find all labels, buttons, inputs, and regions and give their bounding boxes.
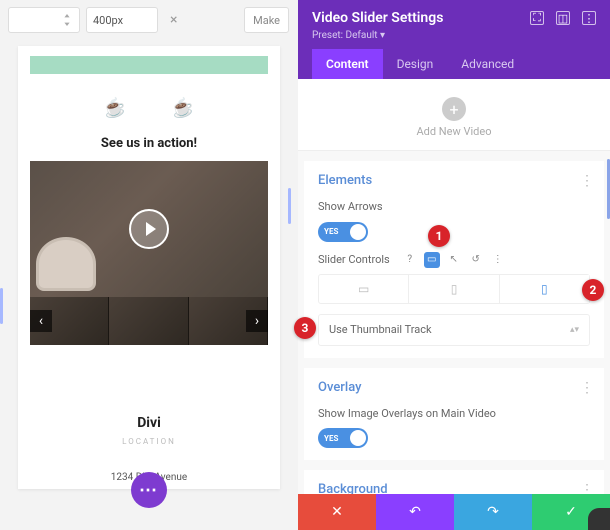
drag-handle-left[interactable]: [0, 288, 3, 324]
help-icon[interactable]: ?: [402, 252, 418, 268]
tab-design[interactable]: Design: [383, 49, 448, 79]
slider-controls-text: Slider Controls: [318, 253, 390, 266]
cup-graphic: [36, 237, 96, 291]
preset-selector[interactable]: Preset: Default ▾: [312, 30, 596, 41]
slider-controls-label: Slider Controls ? ▭ ↖ ↺ ⋮: [318, 252, 590, 268]
callout-2: 2: [582, 279, 604, 301]
select-value: Use Thumbnail Track: [329, 323, 432, 336]
section-title: Overlay: [318, 380, 590, 395]
heading-text: See us in action!: [101, 136, 197, 151]
plus-icon: +: [442, 97, 466, 121]
settings-panel: Video Slider Settings ⛶ ◫ ⋮ Preset: Defa…: [298, 0, 610, 530]
add-video-button[interactable]: + Add New Video: [298, 79, 610, 151]
panel-body: + Add New Video Elements ⋮ Show Arrows Y…: [298, 79, 610, 494]
section-menu-icon[interactable]: ⋮: [580, 380, 594, 396]
snap-icon[interactable]: ◫: [556, 11, 570, 25]
section-title: Background: [318, 482, 590, 494]
hero-bg: [30, 56, 268, 74]
tablet-icon[interactable]: ▯: [409, 275, 499, 303]
background-section: Background ⋮ Background: [304, 470, 604, 494]
device-selector: ▭ ▯ ▯: [318, 274, 590, 304]
location-label: LOCATION: [18, 437, 280, 446]
width-input[interactable]: 400px: [86, 7, 158, 33]
prev-arrow-icon[interactable]: ‹: [30, 310, 52, 332]
overlay-section: Overlay ⋮ Show Image Overlays on Main Vi…: [304, 368, 604, 461]
section-menu-icon[interactable]: ⋮: [580, 482, 594, 494]
thumb[interactable]: [109, 297, 188, 345]
phone-icon[interactable]: ▯: [500, 275, 589, 303]
panel-tabs: Content Design Advanced: [312, 49, 596, 79]
panel-header: Video Slider Settings ⛶ ◫ ⋮ Preset: Defa…: [298, 0, 610, 79]
undo-button[interactable]: ↶: [376, 494, 454, 530]
thumbnail-track-select[interactable]: Use Thumbnail Track ▴▾: [318, 314, 590, 346]
stepper[interactable]: [8, 7, 80, 33]
menu-icon[interactable]: ⋮: [490, 252, 506, 268]
callout-1: 1: [428, 225, 450, 247]
tab-content[interactable]: Content: [312, 49, 383, 79]
page-preview: ☕☕ See us in action! ‹ › Divi LOCATION 1…: [18, 46, 280, 489]
redo-button[interactable]: ↷: [454, 494, 532, 530]
section-title: Elements: [318, 173, 590, 188]
brand-title: Divi: [18, 415, 280, 431]
module-fab[interactable]: ⋯: [131, 472, 167, 508]
expand-icon[interactable]: ⛶: [530, 11, 544, 25]
preview-heading: ☕☕ See us in action!: [18, 136, 280, 151]
more-icon[interactable]: ⋮: [582, 11, 596, 25]
play-icon[interactable]: [129, 209, 169, 249]
thumbnail-track: ‹ ›: [30, 297, 268, 345]
show-arrows-toggle[interactable]: YES: [318, 222, 368, 242]
footer-block: Divi LOCATION 1234 Divi Avenue: [18, 345, 280, 489]
elements-section: Elements ⋮ Show Arrows YES Slider Contro…: [304, 161, 604, 358]
panel-title: Video Slider Settings: [312, 10, 530, 26]
resize-corner[interactable]: [588, 508, 610, 530]
next-arrow-icon[interactable]: ›: [246, 310, 268, 332]
make-button[interactable]: Make: [244, 7, 289, 33]
show-overlays-label: Show Image Overlays on Main Video: [318, 407, 590, 420]
drag-handle-right[interactable]: [288, 188, 291, 224]
chevron-updown-icon: ▴▾: [570, 325, 579, 335]
reset-icon[interactable]: ↺: [468, 252, 484, 268]
close-icon[interactable]: ×: [164, 12, 183, 28]
hover-icon[interactable]: ↖: [446, 252, 462, 268]
show-arrows-label: Show Arrows: [318, 200, 590, 213]
video-hero[interactable]: [30, 161, 268, 297]
section-menu-icon[interactable]: ⋮: [580, 173, 594, 189]
updown-icon: [61, 14, 73, 26]
panel-footer: ✕ ↶ ↷ ✓: [298, 494, 610, 530]
tab-advanced[interactable]: Advanced: [447, 49, 528, 79]
cancel-button[interactable]: ✕: [298, 494, 376, 530]
beans-icon: ☕☕: [104, 98, 195, 119]
callout-3: 3: [294, 317, 316, 339]
show-overlays-toggle[interactable]: YES: [318, 428, 368, 448]
responsive-icon[interactable]: ▭: [424, 252, 440, 268]
preview-pane: 400px × Make ☕☕ See us in action! ‹ › Di…: [0, 0, 297, 530]
add-video-label: Add New Video: [298, 125, 610, 138]
field-tool-icons: ? ▭ ↖ ↺ ⋮: [402, 252, 506, 268]
desktop-icon[interactable]: ▭: [319, 275, 409, 303]
responsive-toolbar: 400px × Make: [0, 0, 297, 40]
